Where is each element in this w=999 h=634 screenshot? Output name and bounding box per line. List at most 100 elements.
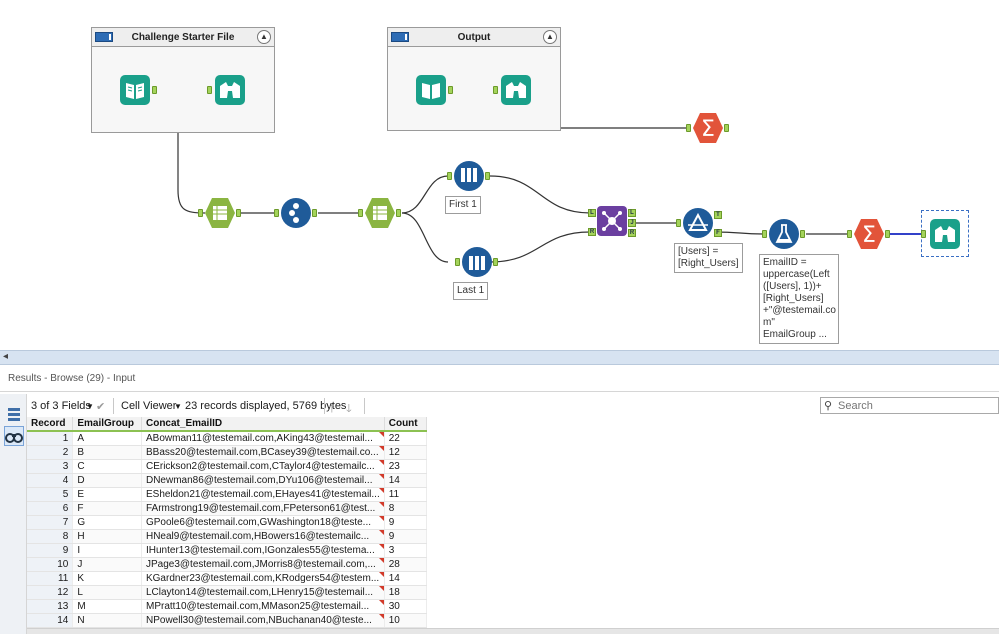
input-anchor[interactable]: [207, 86, 212, 94]
output-anchor[interactable]: [485, 172, 490, 180]
chevron-down-icon[interactable]: ▼: [86, 402, 94, 411]
cell[interactable]: 18: [384, 585, 428, 600]
input-anchor[interactable]: [358, 209, 363, 217]
container-handle-icon[interactable]: [391, 32, 409, 42]
join-output-anchor[interactable]: J: [628, 219, 636, 227]
cell[interactable]: IHunter13@testemail.com,IGonzales55@test…: [141, 543, 385, 558]
cell-viewer-button[interactable]: Cell Viewer: [121, 400, 176, 412]
record-id-tool-icon[interactable]: [280, 197, 312, 229]
cell[interactable]: NPowell30@testemail.com,NBuchanan40@test…: [141, 613, 385, 628]
cell[interactable]: ESheldon21@testemail.com,EHayes41@testem…: [141, 487, 385, 502]
column-header[interactable]: Count: [384, 417, 428, 432]
table-row[interactable]: 8 H HNeal9@testemail.com,HBowers16@testema…: [27, 529, 428, 544]
input-anchor[interactable]: [447, 172, 452, 180]
scroll-left-icon[interactable]: ◂: [3, 351, 8, 362]
cell[interactable]: LClayton14@testemail.com,LHenry15@testem…: [141, 585, 385, 600]
cell[interactable]: K: [72, 571, 142, 586]
cell[interactable]: 10: [384, 613, 428, 628]
table-row[interactable]: 14 N NPowell30@testemail.com,NBuchanan40@t…: [27, 613, 428, 628]
true-anchor[interactable]: T: [714, 211, 722, 219]
input-anchor[interactable]: [198, 209, 203, 217]
cell[interactable]: 3: [384, 543, 428, 558]
left-output-anchor[interactable]: L: [628, 209, 636, 217]
left-anchor[interactable]: L: [588, 209, 596, 217]
table-row[interactable]: 4 D DNewman86@testemail.com,DYu106@testema…: [27, 473, 428, 488]
search-input[interactable]: [838, 399, 996, 412]
cell[interactable]: 14: [384, 473, 428, 488]
chevron-down-icon[interactable]: ▼: [174, 402, 182, 411]
checkmark-icon[interactable]: ✔: [96, 400, 105, 413]
summarize-tool-icon[interactable]: Σ: [692, 112, 724, 144]
cell[interactable]: J: [72, 557, 142, 572]
table-row[interactable]: 10 J JPage3@testemail.com,JMorris8@testema…: [27, 557, 428, 572]
cell[interactable]: HNeal9@testemail.com,HBowers16@testemail…: [141, 529, 385, 544]
container-header[interactable]: Output ▲: [388, 28, 560, 47]
collapse-icon[interactable]: ▲: [257, 30, 271, 44]
table-row[interactable]: 1 A ABowman11@testemail.com,AKing43@testem…: [27, 431, 428, 446]
filter-tool-icon[interactable]: [682, 207, 714, 239]
output-anchor[interactable]: [800, 230, 805, 238]
container-handle-icon[interactable]: [95, 32, 113, 42]
input-anchor[interactable]: [455, 258, 460, 266]
right-output-anchor[interactable]: R: [628, 229, 636, 237]
output-anchor[interactable]: [885, 230, 890, 238]
cell[interactable]: A: [72, 431, 142, 446]
cell[interactable]: H: [72, 529, 142, 544]
output-anchor[interactable]: [724, 124, 729, 132]
cell[interactable]: M: [72, 599, 142, 614]
table-row[interactable]: 13 M MPratt10@testemail.com,MMason25@teste…: [27, 599, 428, 614]
output-anchor[interactable]: [396, 209, 401, 217]
cell[interactable]: 23: [384, 459, 428, 474]
fields-selector[interactable]: 3 of 3 Fields: [31, 400, 91, 412]
input-anchor[interactable]: [274, 209, 279, 217]
formula-tool-icon[interactable]: [768, 218, 800, 250]
cell[interactable]: 12: [384, 445, 428, 460]
multi-row-formula-tool-icon[interactable]: [364, 197, 396, 229]
right-anchor[interactable]: R: [588, 228, 596, 236]
join-tool-icon[interactable]: [596, 205, 628, 237]
cell[interactable]: E: [72, 487, 142, 502]
workflow-canvas[interactable]: Challenge Starter File ▲ Output ▲ Σ Firs…: [0, 0, 999, 350]
binoculars-icon[interactable]: [4, 426, 24, 446]
input-anchor[interactable]: [762, 230, 767, 238]
output-anchor[interactable]: [312, 209, 317, 217]
cell[interactable]: G: [72, 515, 142, 530]
browse-tool-icon[interactable]: [500, 74, 532, 106]
output-anchor[interactable]: [493, 258, 498, 266]
cell[interactable]: ABowman11@testemail.com,AKing43@testemai…: [141, 431, 385, 446]
column-header[interactable]: Record: [27, 417, 74, 432]
output-anchor[interactable]: [236, 209, 241, 217]
sample-tool-icon[interactable]: [453, 160, 485, 192]
table-row[interactable]: 3 C CErickson2@testemail.com,CTaylor4@test…: [27, 459, 428, 474]
search-field[interactable]: ⚲: [820, 397, 999, 414]
multi-row-formula-tool-icon[interactable]: [204, 197, 236, 229]
table-row[interactable]: 6 F FArmstrong19@testemail.com,FPeterson61…: [27, 501, 428, 516]
input-anchor[interactable]: [686, 124, 691, 132]
cell[interactable]: 30: [384, 599, 428, 614]
table-row[interactable]: 12 L LClayton14@testemail.com,LHenry15@tes…: [27, 585, 428, 600]
cell[interactable]: GPoole6@testemail.com,GWashington18@test…: [141, 515, 385, 530]
table-row[interactable]: 5 E ESheldon21@testemail.com,EHayes41@test…: [27, 487, 428, 502]
cell[interactable]: BBass20@testemail.com,BCasey39@testemail…: [141, 445, 385, 460]
cell[interactable]: L: [72, 585, 142, 600]
cell[interactable]: 9: [384, 529, 428, 544]
cell[interactable]: 9: [384, 515, 428, 530]
column-header[interactable]: Concat_EmailID: [141, 417, 385, 432]
container-output[interactable]: Output ▲: [387, 27, 561, 131]
cell[interactable]: 22: [384, 431, 428, 446]
input-data-tool-icon[interactable]: [119, 74, 151, 106]
cell[interactable]: N: [72, 613, 142, 628]
horizontal-scrollbar[interactable]: [27, 628, 999, 634]
cell[interactable]: D: [72, 473, 142, 488]
input-anchor[interactable]: [847, 230, 852, 238]
panel-splitter[interactable]: ◂: [0, 350, 999, 365]
cell[interactable]: MPratt10@testemail.com,MMason25@testemai…: [141, 599, 385, 614]
collapse-icon[interactable]: ▲: [543, 30, 557, 44]
cell[interactable]: KGardner23@testemail.com,KRodgers54@test…: [141, 571, 385, 586]
cell[interactable]: 14: [384, 571, 428, 586]
table-row[interactable]: 7 G GPoole6@testemail.com,GWashington18@te…: [27, 515, 428, 530]
container-header[interactable]: Challenge Starter File ▲: [92, 28, 274, 47]
input-data-tool-icon[interactable]: [415, 74, 447, 106]
cell[interactable]: JPage3@testemail.com,JMorris8@testemail.…: [141, 557, 385, 572]
output-anchor[interactable]: [448, 86, 453, 94]
